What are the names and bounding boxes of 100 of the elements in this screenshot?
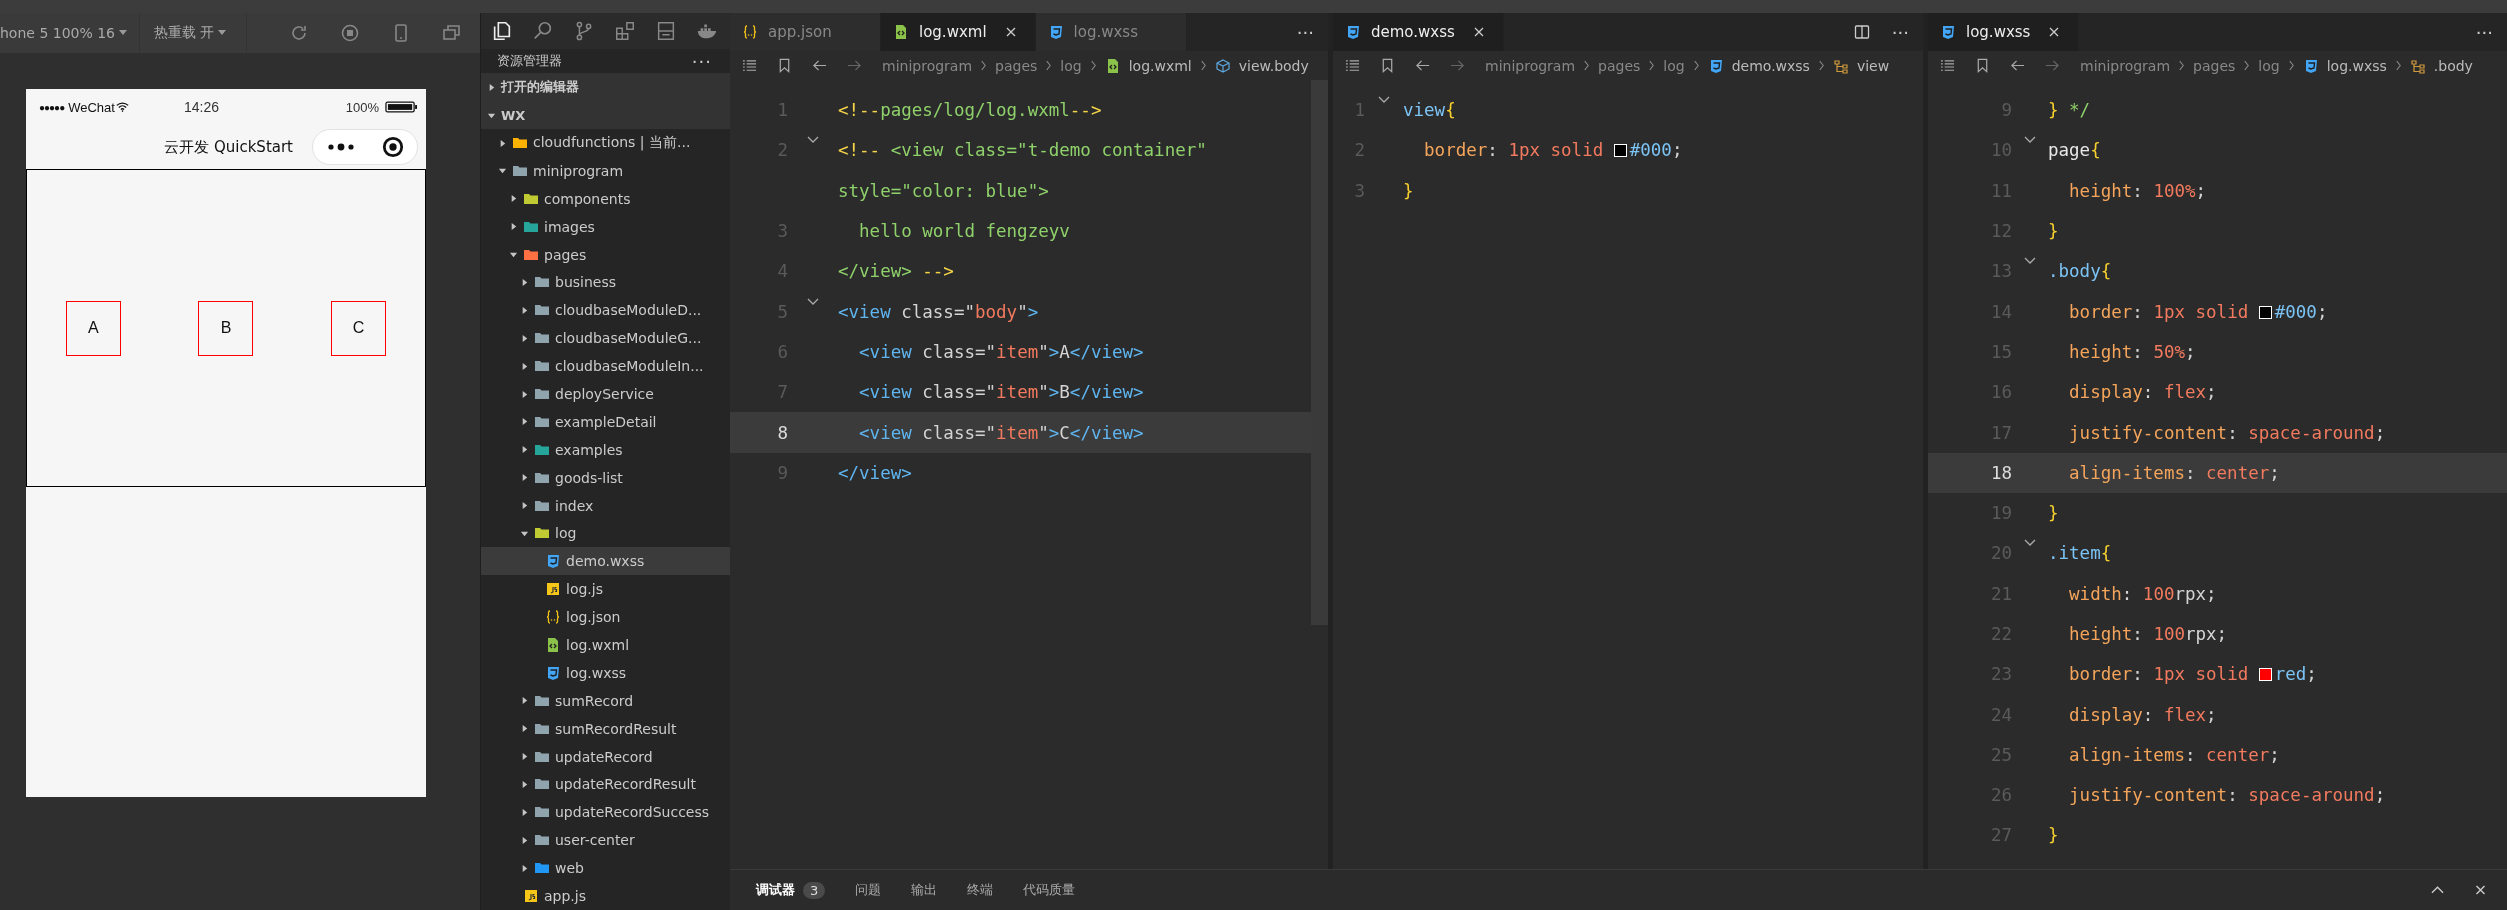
more-dots-icon[interactable]: [326, 142, 355, 152]
bookmark-icon[interactable]: [1380, 58, 1395, 73]
fold-chevron-icon[interactable]: [2024, 539, 2036, 548]
breadcrumb-item[interactable]: pages: [1598, 57, 1641, 74]
breadcrumb-item[interactable]: miniprogram: [882, 57, 973, 74]
panel-tab[interactable]: 输出: [911, 881, 938, 899]
editor-tab[interactable]: log.wxml: [881, 13, 1036, 51]
breadcrumb-item[interactable]: view.body: [1238, 57, 1309, 74]
editor-tab[interactable]: log.wxss: [1928, 13, 2080, 51]
bookmark-icon[interactable]: [777, 58, 792, 73]
tree-item[interactable]: log: [481, 519, 730, 548]
extensions-icon[interactable]: [614, 20, 636, 42]
split-editor-icon[interactable]: [1853, 24, 1870, 40]
more-button[interactable]: ···: [691, 50, 712, 72]
breadcrumb-item[interactable]: view: [1856, 57, 1890, 74]
tree-item[interactable]: log.wxss: [481, 659, 730, 687]
tree-item[interactable]: user-center: [481, 826, 730, 855]
refresh-icon[interactable]: [289, 23, 309, 43]
battery-icon: [385, 101, 418, 113]
breadcrumb-item[interactable]: log: [2258, 57, 2280, 74]
color-swatch[interactable]: [2258, 668, 2272, 682]
tree-item[interactable]: 打开的编辑器: [481, 73, 730, 102]
panel-tab[interactable]: 调试器 3: [756, 881, 826, 899]
tree-item[interactable]: log.json: [481, 603, 730, 632]
color-swatch[interactable]: [1613, 144, 1627, 158]
close-icon[interactable]: [2474, 884, 2487, 896]
editor-tab[interactable]: app.json: [730, 13, 881, 51]
tree-item[interactable]: images: [481, 212, 730, 241]
tree-item[interactable]: pages: [481, 240, 730, 269]
breadcrumb-item[interactable]: pages: [2193, 57, 2236, 74]
close-icon[interactable]: [1004, 26, 1017, 38]
list-icon[interactable]: [1345, 58, 1360, 73]
fold-chevron-icon[interactable]: [807, 297, 819, 306]
fold-chevron-icon[interactable]: [2024, 257, 2036, 266]
tree-item[interactable]: log.js: [481, 575, 730, 604]
device-dropdown[interactable]: hone 5 100% 16: [0, 13, 141, 53]
caret-up-icon[interactable]: [2431, 884, 2444, 896]
color-swatch[interactable]: [2258, 305, 2272, 319]
tree-item[interactable]: sumRecord: [481, 686, 730, 715]
forward-arrow-icon[interactable]: [847, 58, 862, 73]
breadcrumb-item[interactable]: miniprogram: [1485, 57, 1576, 74]
scrollbar[interactable]: [1311, 80, 1328, 625]
more-button[interactable]: ···: [1296, 21, 1314, 43]
tree-item[interactable]: deployService: [481, 380, 730, 408]
windows-icon[interactable]: [442, 23, 462, 43]
tree-item[interactable]: cloudbaseModuleG...: [481, 324, 730, 353]
tree-item[interactable]: updateRecordSuccess: [481, 798, 730, 827]
tree-item[interactable]: web: [481, 854, 730, 883]
tree-item[interactable]: cloudbaseModuleD...: [481, 296, 730, 325]
editor-tab[interactable]: log.wxss: [1035, 13, 1187, 51]
tree-item[interactable]: log.wxml: [481, 631, 730, 659]
editor-tab[interactable]: demo.wxss: [1333, 13, 1504, 51]
forward-arrow-icon[interactable]: [2045, 58, 2060, 73]
fold-chevron-icon[interactable]: [1378, 96, 1390, 105]
fold-chevron-icon[interactable]: [2024, 136, 2036, 145]
tree-item[interactable]: components: [481, 184, 730, 213]
tree-item[interactable]: business: [481, 268, 730, 297]
breadcrumb-item[interactable]: .body: [2433, 57, 2473, 74]
tree-item[interactable]: cloudbaseModuleIn...: [481, 352, 730, 381]
tree-item[interactable]: app.js: [481, 882, 730, 910]
tree-item[interactable]: updateRecord: [481, 742, 730, 771]
breadcrumb-item[interactable]: log: [1663, 57, 1685, 74]
tree-item[interactable]: index: [481, 491, 730, 520]
tree-item[interactable]: updateRecordResult: [481, 770, 730, 799]
breadcrumb-item[interactable]: demo.wxss: [1731, 57, 1810, 74]
more-button[interactable]: ···: [2475, 21, 2493, 43]
tree-item[interactable]: cloudfunctions | 当前...: [481, 129, 730, 157]
panel-tab[interactable]: 问题: [855, 881, 882, 899]
tree-item[interactable]: demo.wxss: [481, 547, 730, 576]
tree-item[interactable]: exampleDetail: [481, 407, 730, 436]
tree-item[interactable]: miniprogram: [481, 156, 730, 185]
back-arrow-icon[interactable]: [812, 58, 827, 73]
stop-icon[interactable]: [340, 23, 360, 43]
files-icon[interactable]: [491, 20, 513, 42]
panel-tab[interactable]: 代码质量: [1023, 881, 1076, 899]
fold-chevron-icon[interactable]: [807, 136, 819, 145]
hot-reload-dropdown[interactable]: 热重载 开: [140, 13, 248, 53]
back-arrow-icon[interactable]: [2010, 58, 2025, 73]
panel-tab[interactable]: 终端: [967, 881, 994, 899]
more-button[interactable]: ···: [1891, 21, 1909, 43]
breadcrumb-item[interactable]: pages: [995, 57, 1038, 74]
close-target-icon[interactable]: [381, 136, 404, 158]
storage-icon[interactable]: [655, 20, 677, 42]
forward-arrow-icon[interactable]: [1450, 58, 1465, 73]
tree-item[interactable]: goods-list: [481, 463, 730, 492]
search-icon[interactable]: [532, 20, 554, 42]
capsule-menu[interactable]: [312, 129, 418, 165]
close-icon[interactable]: [1472, 26, 1485, 38]
list-icon[interactable]: [742, 58, 757, 73]
tree-item[interactable]: WX: [481, 101, 730, 130]
tree-item[interactable]: sumRecordResult: [481, 714, 730, 743]
bookmark-icon[interactable]: [1975, 58, 1990, 73]
list-icon[interactable]: [1940, 58, 1955, 73]
tree-item[interactable]: examples: [481, 435, 730, 464]
close-icon[interactable]: [2048, 26, 2061, 38]
breadcrumb-item[interactable]: log.wxss: [2326, 57, 2387, 74]
breadcrumb-item[interactable]: miniprogram: [2080, 57, 2171, 74]
breadcrumb-item[interactable]: log.wxml: [1128, 57, 1192, 74]
back-arrow-icon[interactable]: [1415, 58, 1430, 73]
breadcrumb-item[interactable]: log: [1060, 57, 1082, 74]
